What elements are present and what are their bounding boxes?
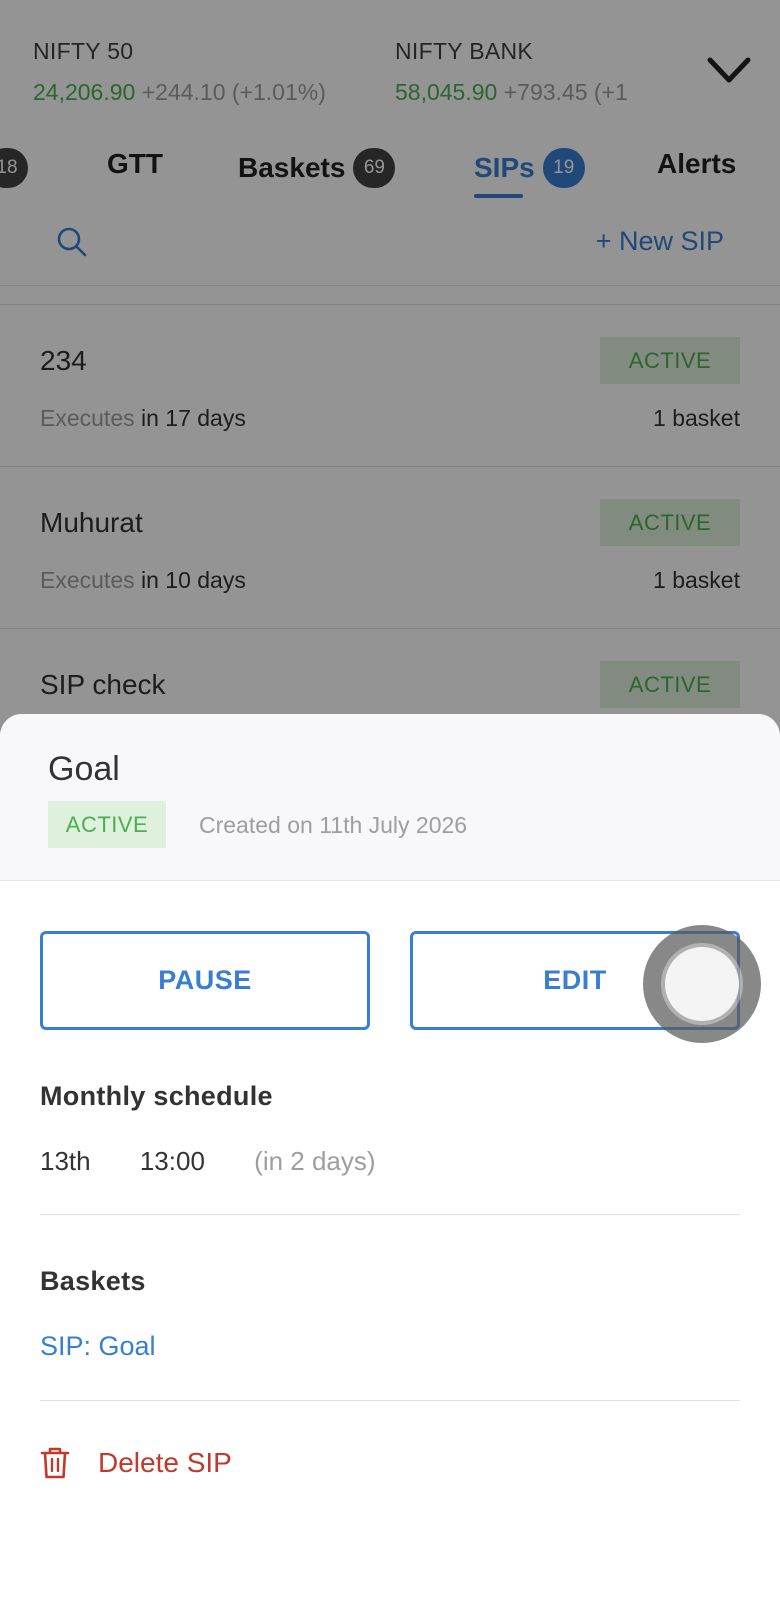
delete-label: Delete SIP	[98, 1447, 232, 1478]
divider	[40, 1214, 740, 1215]
schedule-title: Monthly schedule	[40, 1081, 273, 1111]
pause-button[interactable]: PAUSE	[40, 931, 370, 1030]
schedule-time: 13:00	[139, 1146, 205, 1176]
sheet-header: Goal ACTIVE Created on 11th July 2026	[0, 714, 780, 881]
schedule-relative: (in 2 days)	[254, 1146, 376, 1176]
sip-detail-sheet: Goal ACTIVE Created on 11th July 2026 PA…	[0, 714, 780, 1609]
schedule-details: 13th 13:00 (in 2 days)	[40, 1146, 376, 1177]
sheet-title: Goal	[48, 750, 120, 788]
created-date: Created on 11th July 2026	[199, 812, 468, 838]
delete-sip-button[interactable]: Delete SIP	[40, 1446, 232, 1480]
trash-icon	[40, 1447, 70, 1479]
basket-link[interactable]: SIP: Goal	[40, 1331, 156, 1362]
divider	[40, 1400, 740, 1401]
schedule-day: 13th	[40, 1146, 91, 1176]
baskets-title: Baskets	[40, 1266, 146, 1296]
touch-indicator	[643, 925, 761, 1043]
status-badge: ACTIVE	[48, 801, 166, 848]
